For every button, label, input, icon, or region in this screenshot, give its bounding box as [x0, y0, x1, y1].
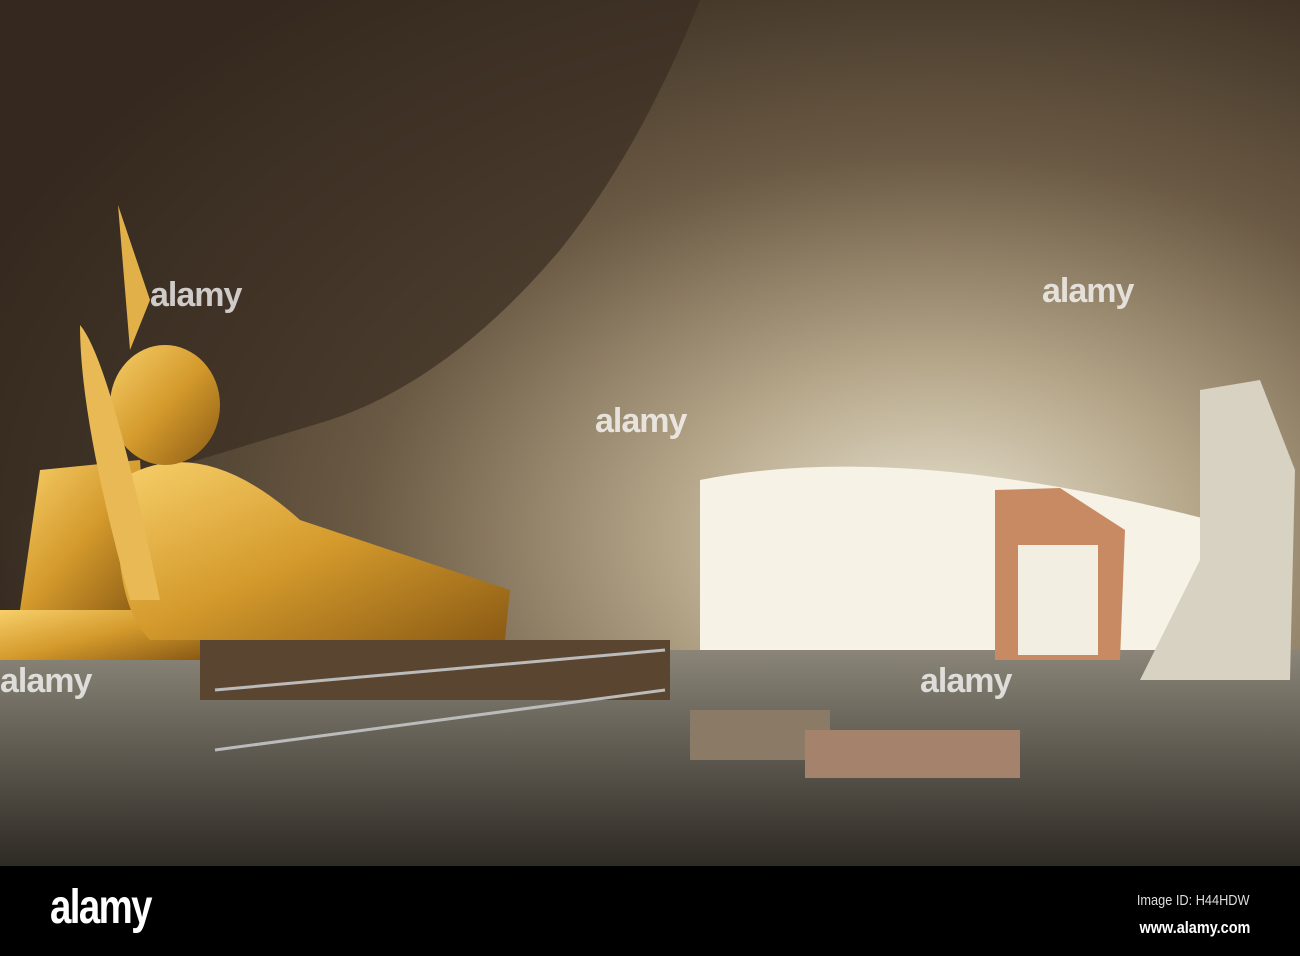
buddha-head	[110, 345, 220, 465]
site-url: www.alamy.com	[1139, 918, 1250, 937]
watermark: alamy	[1042, 272, 1134, 310]
stock-photo: alamy alamy alamy alamy alamy alamy Imag…	[0, 0, 1300, 956]
watermark: alamy	[920, 662, 1012, 700]
alamy-logo: alamy	[50, 881, 152, 934]
watermark: alamy	[595, 402, 687, 440]
watermark: alamy	[0, 662, 92, 700]
mat	[805, 730, 1020, 778]
footer-bar: alamy Image ID: H44HDW www.alamy.com	[0, 866, 1300, 956]
watermark: alamy	[150, 276, 242, 314]
image-id: Image ID: H44HDW	[1137, 892, 1250, 909]
